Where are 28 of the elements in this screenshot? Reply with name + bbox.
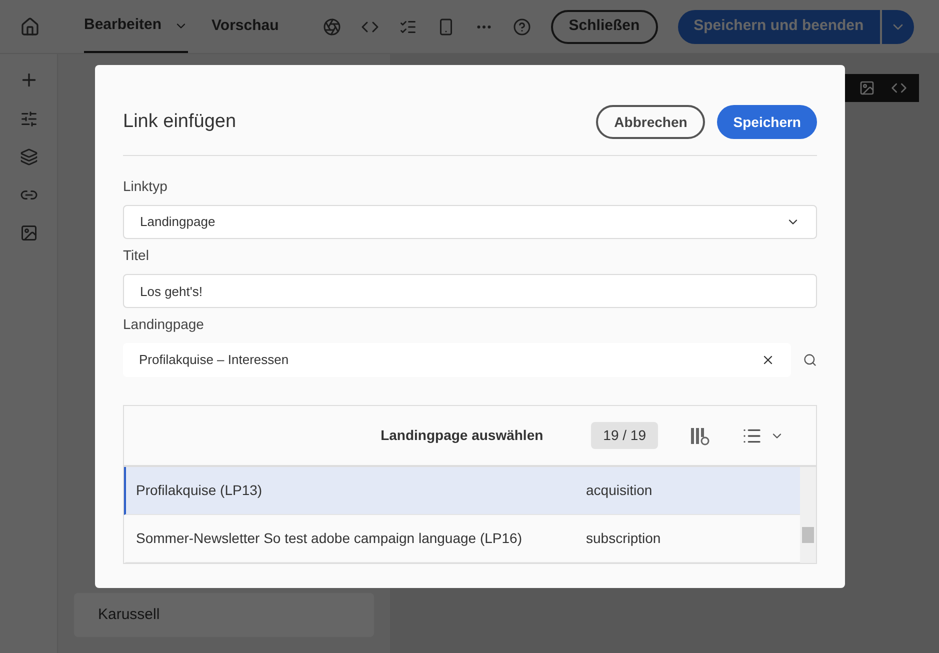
field-label: Landingpage bbox=[123, 315, 205, 334]
layers-icon[interactable] bbox=[20, 148, 38, 166]
field-label: Linktyp bbox=[123, 177, 168, 196]
table-title: Landingpage auswählen bbox=[380, 426, 544, 445]
save-button[interactable]: Speichern bbox=[717, 105, 817, 139]
save-menu-button[interactable] bbox=[882, 10, 914, 44]
home-icon[interactable] bbox=[20, 16, 40, 36]
columns-settings-icon[interactable] bbox=[690, 426, 710, 446]
title-input[interactable]: Los geht's! bbox=[123, 274, 817, 308]
help-icon[interactable] bbox=[512, 18, 531, 36]
search-icon[interactable] bbox=[803, 353, 817, 367]
table-cell-text: subscription bbox=[586, 529, 661, 548]
landing-page-field[interactable]: Profilakquise – Interessen bbox=[123, 343, 791, 377]
dialog-title: Link einfügen bbox=[123, 110, 236, 134]
sliders-icon[interactable] bbox=[20, 110, 38, 128]
table-cell-text: Profilakquise (LP13) bbox=[135, 481, 264, 500]
field-label: Titel bbox=[123, 246, 150, 265]
image-icon[interactable] bbox=[20, 224, 38, 242]
table-cell-text: acquisition bbox=[586, 481, 652, 500]
count-badge: 19 / 19 bbox=[591, 422, 658, 449]
table-row[interactable]: Profilakquise (LP13) acquisition bbox=[124, 467, 800, 515]
link-type-select[interactable]: Landingpage bbox=[123, 205, 817, 239]
clear-icon[interactable] bbox=[761, 353, 775, 367]
table-row[interactable]: Sommer-Newsletter So test adobe campaign language (LP16) subscription bbox=[124, 515, 800, 563]
scrollbar[interactable] bbox=[800, 467, 816, 563]
aperture-icon[interactable] bbox=[322, 18, 341, 36]
cancel-button[interactable]: Abbrechen bbox=[596, 105, 706, 139]
table-cell-text: Sommer-Newsletter So test adobe campaign language (LP16) bbox=[135, 529, 523, 548]
